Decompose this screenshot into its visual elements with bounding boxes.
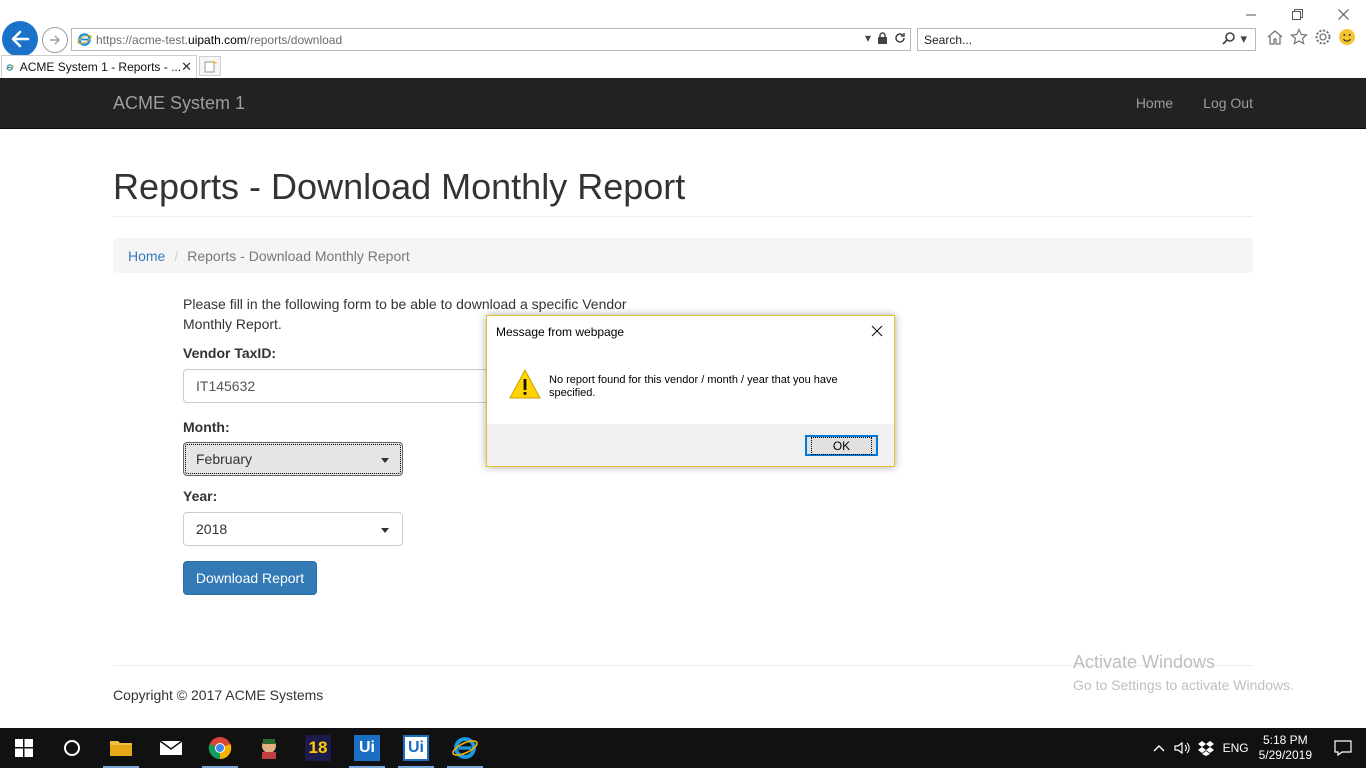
ie-favicon-icon <box>77 33 92 46</box>
close-icon <box>871 325 883 337</box>
windows-logo-icon <box>15 739 33 757</box>
home-icon[interactable] <box>1266 28 1284 46</box>
dropbox-icon[interactable] <box>1197 740 1215 756</box>
minimize-button[interactable] <box>1228 0 1274 28</box>
uipath-outline-icon: Ui <box>403 735 429 761</box>
breadcrumb-home-link[interactable]: Home <box>128 248 165 264</box>
taskbar-chrome[interactable] <box>196 728 244 768</box>
back-button[interactable] <box>2 21 38 57</box>
gear-icon[interactable] <box>1314 28 1332 46</box>
character-app-icon <box>262 739 276 759</box>
year-select[interactable]: 2018 <box>183 512 403 546</box>
watermark-line1: Activate Windows <box>1073 652 1216 672</box>
minimize-icon <box>1245 14 1256 15</box>
browser-chrome: https://acme-test.uipath.com/reports/dow… <box>0 0 1366 78</box>
refresh-icon[interactable] <box>894 32 906 44</box>
watermark-line2: Go to Settings to activate Windows. <box>1073 677 1294 693</box>
year-label: Year: <box>183 488 218 504</box>
mail-icon <box>159 740 183 755</box>
browser-tab[interactable]: ACME System 1 - Reports - ... ✕ <box>1 55 197 78</box>
url-text: https://acme-test.uipath.com/reports/dow… <box>96 33 343 47</box>
warning-icon <box>509 368 541 399</box>
dialog-close-button[interactable] <box>866 320 888 342</box>
breadcrumb-separator: / <box>174 247 179 264</box>
alert-dialog: Message from webpage No report found for… <box>486 315 895 467</box>
folder-icon <box>110 741 132 756</box>
nav-logout-link[interactable]: Log Out <box>1203 95 1253 111</box>
breadcrumb: Home / Reports - Download Monthly Report <box>113 238 1253 273</box>
system-tray: ENG 5:18 PM 5/29/2019 <box>1153 728 1366 768</box>
title-divider <box>113 216 1253 217</box>
clock-time: 5:18 PM <box>1262 733 1308 747</box>
dialog-title: Message from webpage <box>496 325 625 339</box>
dialog-footer: OK <box>487 424 894 466</box>
taskbar-app-18[interactable]: 18 <box>294 728 342 768</box>
window-close-button[interactable] <box>1320 0 1366 28</box>
ok-label: OK <box>810 436 873 455</box>
search-dropdown-icon[interactable]: ▾ <box>1240 31 1247 47</box>
taskbar-internet-explorer[interactable] <box>441 728 489 768</box>
vendor-taxid-input[interactable]: IT145632 <box>183 369 503 403</box>
taskbar-app-avatar[interactable] <box>245 728 293 768</box>
lock-icon[interactable] <box>877 32 888 44</box>
app-18-icon: 18 <box>305 735 331 761</box>
chrome-icon <box>208 737 232 760</box>
windows-taskbar: 18 Ui Ui ENG 5:18 PM 5/29/2019 <box>0 728 1366 768</box>
brand-link[interactable]: ACME System 1 <box>113 93 245 114</box>
forward-button[interactable] <box>42 27 68 53</box>
close-icon <box>1337 8 1349 20</box>
address-bar[interactable]: https://acme-test.uipath.com/reports/dow… <box>71 28 911 51</box>
copyright-text: Copyright © 2017 ACME Systems <box>113 687 324 703</box>
clock-date: 5/29/2019 <box>1258 748 1312 762</box>
dropdown-arrow-icon[interactable]: ▾ <box>865 31 871 45</box>
restore-icon <box>1291 8 1303 20</box>
clock[interactable]: 5:18 PM 5/29/2019 <box>1259 733 1312 763</box>
start-button[interactable] <box>0 728 48 768</box>
taskbar-uipath-robot[interactable]: Ui <box>392 728 440 768</box>
cortana-search-button[interactable] <box>48 728 96 768</box>
download-report-button[interactable]: Download Report <box>183 561 317 595</box>
search-input[interactable] <box>924 33 1204 47</box>
caret-down-icon <box>381 528 389 533</box>
breadcrumb-current: Reports - Download Monthly Report <box>187 247 410 264</box>
vendor-taxid-value: IT145632 <box>196 378 256 394</box>
search-box[interactable]: ▾ <box>917 28 1256 51</box>
month-select[interactable]: February <box>183 442 403 476</box>
smiley-feedback-icon[interactable] <box>1338 28 1356 46</box>
tab-title: ACME System 1 - Reports - ... <box>19 60 182 74</box>
speaker-icon[interactable] <box>1173 740 1191 756</box>
month-label: Month: <box>183 419 230 435</box>
new-tab-button[interactable] <box>199 56 221 76</box>
arrow-right-icon <box>50 35 61 45</box>
arrow-left-icon <box>11 30 30 48</box>
favorites-star-icon[interactable] <box>1290 28 1308 46</box>
taskbar-file-explorer[interactable] <box>97 728 145 768</box>
cortana-circle-icon <box>64 740 80 756</box>
month-selected-value: February <box>196 451 253 467</box>
page-title: Reports - Download Monthly Report <box>113 166 686 207</box>
new-tab-icon <box>204 60 217 72</box>
notification-icon <box>1334 740 1352 756</box>
year-selected-value: 2018 <box>196 521 228 537</box>
internet-explorer-icon <box>452 737 478 759</box>
ie-tab-favicon-icon <box>6 63 14 71</box>
taskbar-uipath-studio[interactable]: Ui <box>343 728 391 768</box>
vendor-taxid-label: Vendor TaxID: <box>183 345 277 361</box>
taskbar-mail[interactable] <box>147 728 195 768</box>
site-navbar: ACME System 1 Home Log Out <box>0 78 1366 129</box>
dialog-message: No report found for this vendor / month … <box>549 374 838 399</box>
chevron-up-icon[interactable] <box>1153 743 1165 753</box>
action-center-button[interactable] <box>1320 728 1366 768</box>
restore-button[interactable] <box>1274 0 1320 28</box>
search-icon[interactable] <box>1222 31 1236 45</box>
uipath-icon: Ui <box>354 735 380 761</box>
activate-windows-watermark: Activate Windows Go to Settings to activ… <box>1073 652 1294 693</box>
ok-button[interactable]: OK <box>805 435 878 456</box>
tab-close-icon[interactable]: ✕ <box>181 59 192 75</box>
caret-down-icon <box>381 458 389 463</box>
language-indicator[interactable]: ENG <box>1223 741 1249 755</box>
nav-home-link[interactable]: Home <box>1136 95 1173 111</box>
